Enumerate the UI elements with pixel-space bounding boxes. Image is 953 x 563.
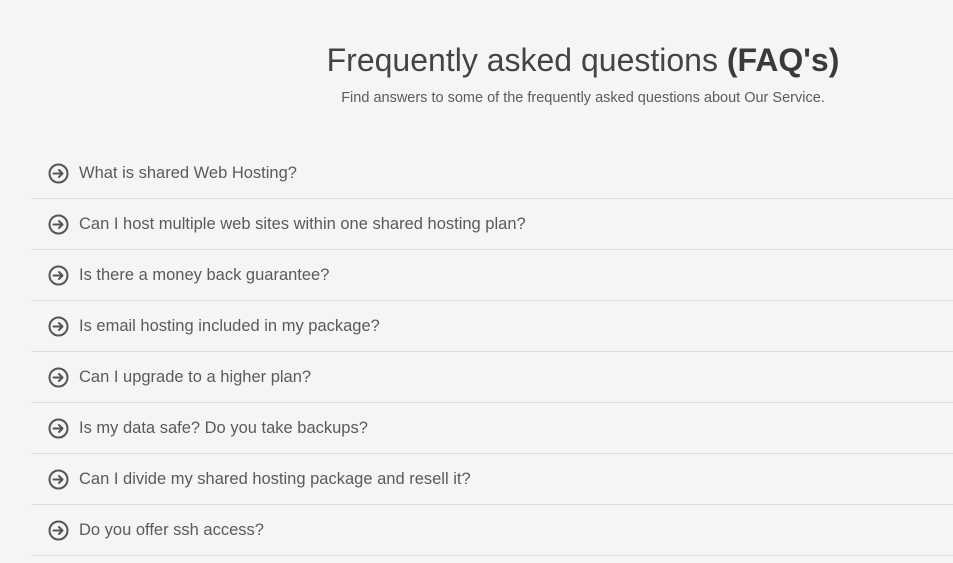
faq-question: Is there a money back guarantee? (79, 265, 330, 284)
faq-question: Do you offer ssh access? (79, 520, 264, 539)
arrow-circle-right-icon (48, 265, 69, 286)
arrow-circle-right-icon (48, 163, 69, 184)
arrow-circle-right-icon (48, 418, 69, 439)
faq-question: Can I upgrade to a higher plan? (79, 367, 312, 386)
faq-item[interactable]: Can I host multiple web sites within one… (31, 199, 953, 250)
faq-item[interactable]: Do you offer ssh access? (31, 505, 953, 556)
faq-item[interactable]: Is email hosting included in my package? (31, 301, 953, 352)
page-title: Frequently asked questions (FAQ's) (300, 38, 866, 82)
page-title-bold: (FAQ's) (726, 42, 840, 78)
arrow-circle-right-icon (48, 469, 69, 490)
page-subtitle: Find answers to some of the frequently a… (341, 90, 825, 106)
faq-list: What is shared Web Hosting? Can I host m… (31, 148, 953, 556)
faq-header: Frequently asked questions (FAQ's) Find … (0, 0, 953, 130)
arrow-circle-right-icon (48, 367, 69, 388)
faq-question: Is email hosting included in my package? (79, 316, 380, 335)
faq-question: Can I divide my shared hosting package a… (79, 469, 471, 488)
faq-question: What is shared Web Hosting? (79, 163, 297, 182)
faq-item[interactable]: What is shared Web Hosting? (31, 148, 953, 199)
arrow-circle-right-icon (48, 214, 69, 235)
arrow-circle-right-icon (48, 520, 69, 541)
faq-item[interactable]: Can I divide my shared hosting package a… (31, 454, 953, 505)
faq-item[interactable]: Can I upgrade to a higher plan? (31, 352, 953, 403)
page-title-main: Frequently asked questions (326, 42, 727, 78)
faq-question: Is my data safe? Do you take backups? (79, 418, 368, 437)
arrow-circle-right-icon (48, 316, 69, 337)
faq-question: Can I host multiple web sites within one… (79, 214, 526, 233)
faq-item[interactable]: Is there a money back guarantee? (31, 250, 953, 301)
faq-item[interactable]: Is my data safe? Do you take backups? (31, 403, 953, 454)
